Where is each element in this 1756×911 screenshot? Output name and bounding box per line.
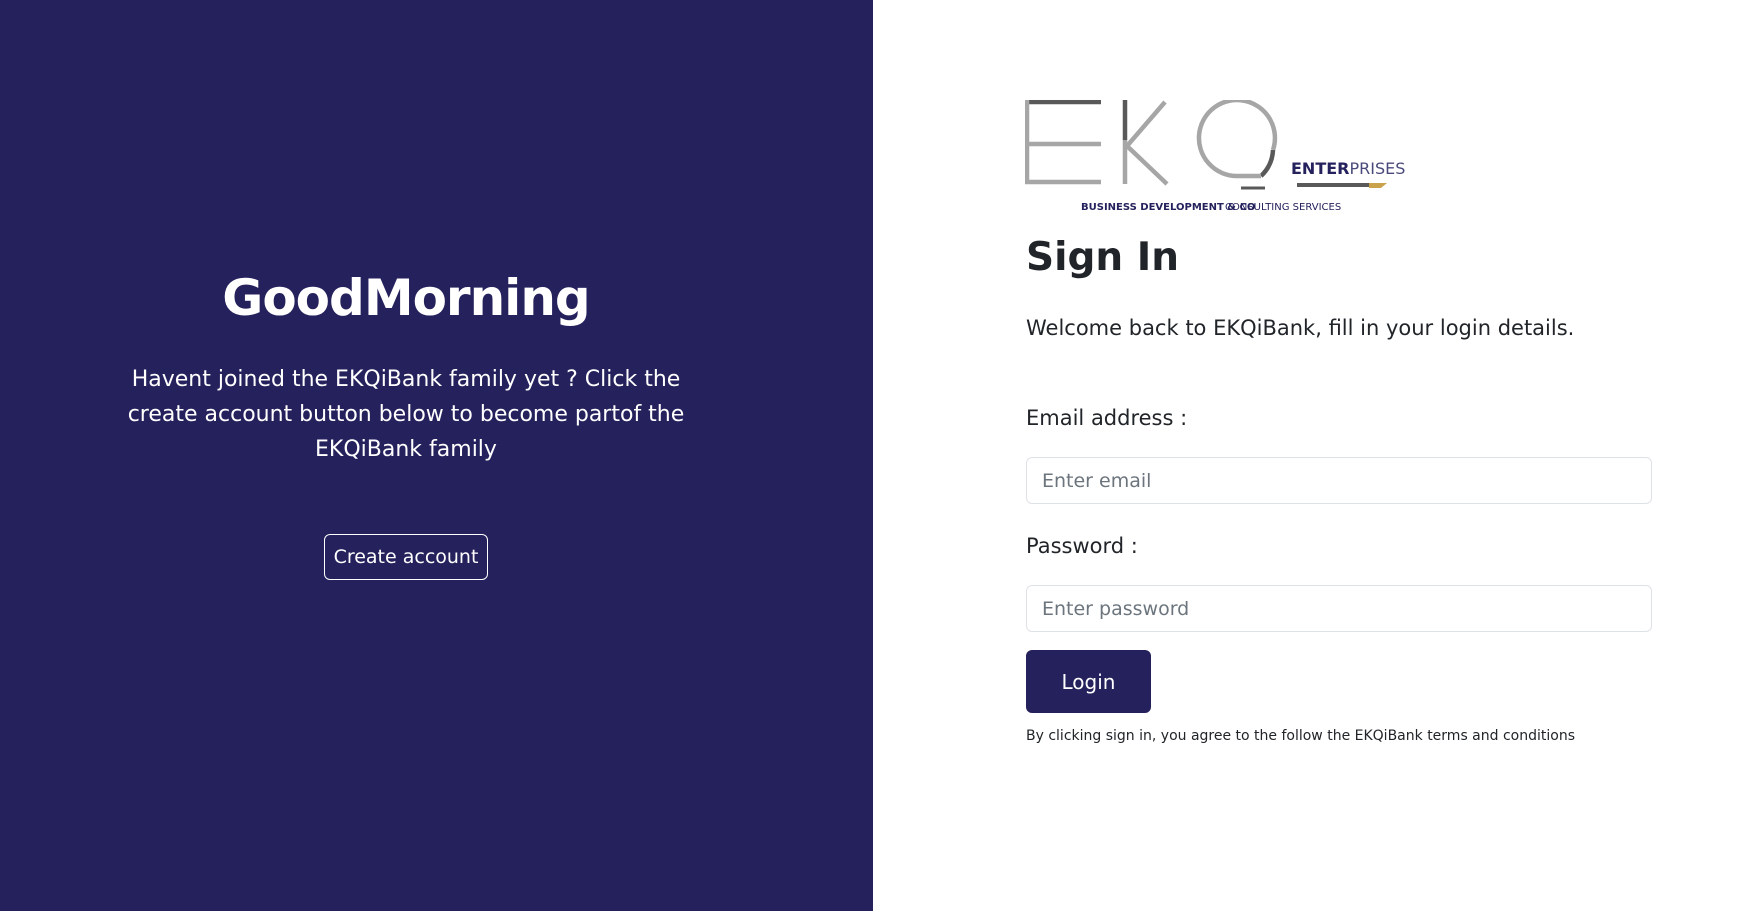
logo-letter-q [1196, 100, 1278, 190]
greeting-heading: GoodMorning [222, 269, 590, 327]
logo-letter-e [1025, 100, 1101, 185]
ekq-enterprises-logo: ENTERPRISES BUSINESS DEVELOPMENT & CO CO… [1025, 100, 1405, 216]
sign-in-title: Sign In [1026, 235, 1179, 280]
ekq-logo-graphic: ENTERPRISES BUSINESS DEVELOPMENT & CO CO… [1025, 100, 1405, 213]
login-button[interactable]: Login [1026, 650, 1151, 713]
welcome-back-text: Welcome back to EKQiBank, fill in your l… [1026, 316, 1575, 340]
password-input[interactable] [1026, 585, 1652, 632]
create-account-button[interactable]: Create account [324, 534, 488, 580]
password-label: Password : [1026, 534, 1138, 558]
email-label: Email address : [1026, 406, 1188, 430]
logo-tagline-right: CONSULTING SERVICES [1225, 202, 1341, 213]
signup-invite-text: Havent joined the EKQiBank family yet ? … [127, 367, 685, 462]
logo-enterprises-text: ENTERPRISES [1291, 159, 1405, 178]
logo-gold-accent [1369, 183, 1387, 188]
login-page: GoodMorning Havent joined the EKQiBank f… [0, 0, 1756, 911]
terms-notice: By clicking sign in, you agree to the fo… [1026, 728, 1575, 744]
welcome-panel: GoodMorning Havent joined the EKQiBank f… [0, 0, 873, 911]
logo-letter-k [1122, 100, 1169, 186]
sign-in-panel: ENTERPRISES BUSINESS DEVELOPMENT & CO CO… [873, 0, 1756, 911]
email-input[interactable] [1026, 457, 1652, 504]
